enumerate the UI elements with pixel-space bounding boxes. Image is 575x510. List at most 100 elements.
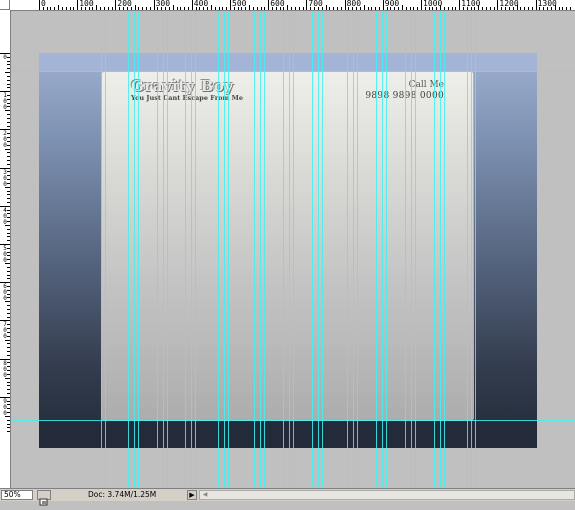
guide-horizontal[interactable] bbox=[11, 420, 575, 421]
ruler-left-minor-tick bbox=[7, 194, 10, 196]
guide-vertical[interactable] bbox=[347, 11, 348, 488]
guide-vertical[interactable] bbox=[134, 11, 135, 488]
ruler-left-minor-tick bbox=[7, 331, 10, 333]
ruler-left-minor-tick bbox=[7, 392, 10, 394]
ruler-left-minor-tick bbox=[7, 171, 10, 173]
ruler-left-minor-tick bbox=[7, 182, 10, 184]
ruler-left[interactable]: 0100200300400500600700800900 bbox=[0, 10, 11, 488]
ruler-top-minor-tick bbox=[172, 5, 174, 10]
ruler-top-minor-tick bbox=[436, 7, 438, 10]
ruler-left-minor-tick bbox=[7, 251, 10, 253]
guide-vertical[interactable] bbox=[264, 11, 265, 488]
ruler-top-minor-tick bbox=[340, 7, 342, 10]
ruler-top-minor-tick bbox=[264, 7, 266, 10]
guide-vertical[interactable] bbox=[434, 11, 435, 488]
ruler-left-minor-tick bbox=[7, 217, 10, 219]
ruler-left-minor-tick bbox=[7, 117, 10, 119]
guide-vertical[interactable] bbox=[382, 11, 383, 488]
ruler-top-minor-tick bbox=[547, 7, 549, 10]
ruler-top-minor-tick bbox=[123, 7, 125, 10]
ruler-top-minor-tick bbox=[566, 7, 568, 10]
ruler-left-minor-tick bbox=[7, 156, 10, 158]
guide-vertical[interactable] bbox=[101, 11, 102, 488]
ruler-top-minor-tick bbox=[527, 7, 529, 10]
ruler-top-minor-tick bbox=[145, 7, 147, 10]
guide-vertical[interactable] bbox=[467, 11, 468, 488]
ruler-top-minor-tick bbox=[279, 7, 281, 10]
guide-vertical[interactable] bbox=[293, 11, 294, 488]
guide-vertical[interactable] bbox=[405, 11, 406, 488]
guide-vertical[interactable] bbox=[138, 11, 139, 488]
ruler-left-minor-tick bbox=[7, 270, 10, 272]
guide-vertical[interactable] bbox=[283, 11, 284, 488]
status-menu-arrow-icon[interactable]: ▶ bbox=[187, 490, 197, 500]
guide-vertical[interactable] bbox=[260, 11, 261, 488]
guide-vertical[interactable] bbox=[440, 11, 441, 488]
guide-vertical[interactable] bbox=[312, 11, 313, 488]
guide-vertical[interactable] bbox=[157, 11, 158, 488]
ruler-top-minor-tick bbox=[142, 7, 144, 10]
ruler-left-minor-tick bbox=[7, 64, 10, 66]
guide-vertical[interactable] bbox=[185, 11, 186, 488]
ruler-left-minor-tick bbox=[7, 137, 10, 139]
ruler-top-minor-tick bbox=[359, 7, 361, 10]
ruler-top-minor-tick bbox=[489, 7, 491, 10]
ruler-left-minor-tick bbox=[5, 148, 10, 150]
guide-vertical[interactable] bbox=[318, 11, 319, 488]
horizontal-scrollbar[interactable]: ◀ bbox=[199, 490, 575, 500]
guide-vertical[interactable] bbox=[254, 11, 255, 488]
ruler-left-minor-tick bbox=[7, 266, 10, 268]
ruler-left-minor-tick bbox=[7, 209, 10, 211]
guide-vertical[interactable] bbox=[218, 11, 219, 488]
guide-vertical[interactable] bbox=[167, 11, 168, 488]
guide-vertical[interactable] bbox=[322, 11, 323, 488]
guide-vertical[interactable] bbox=[357, 11, 358, 488]
guide-vertical[interactable] bbox=[163, 11, 164, 488]
ruler-top-major-tick bbox=[344, 0, 346, 10]
ruler-top-minor-tick bbox=[336, 7, 338, 10]
guide-vertical[interactable] bbox=[471, 11, 472, 488]
ruler-left-minor-tick bbox=[7, 324, 10, 326]
ruler-top-minor-tick bbox=[73, 7, 75, 10]
ruler-left-minor-tick bbox=[7, 343, 10, 345]
guide-horizontal[interactable] bbox=[11, 71, 575, 72]
guide-vertical[interactable] bbox=[376, 11, 377, 488]
ruler-top-minor-tick bbox=[310, 7, 312, 10]
guide-vertical[interactable] bbox=[444, 11, 445, 488]
ruler-left-minor-tick bbox=[7, 56, 10, 58]
ruler-top-minor-tick bbox=[390, 7, 392, 10]
ruler-left-minor-tick bbox=[7, 75, 10, 77]
guide-vertical[interactable] bbox=[411, 11, 412, 488]
ruler-left-minor-tick bbox=[7, 228, 10, 230]
guide-vertical[interactable] bbox=[353, 11, 354, 488]
ruler-top-minor-tick bbox=[447, 7, 449, 10]
guide-vertical[interactable] bbox=[475, 11, 476, 488]
guide-vertical[interactable] bbox=[195, 11, 196, 488]
guide-vertical[interactable] bbox=[191, 11, 192, 488]
scroll-left-arrow-icon[interactable]: ◀ bbox=[200, 491, 210, 499]
ruler-top[interactable]: 0 100 200 300 400 500 600 700 800 900 1000 1100 1200… bbox=[10, 0, 575, 11]
ruler-top-major-tick bbox=[497, 0, 499, 10]
guide-vertical[interactable] bbox=[289, 11, 290, 488]
ruler-corner[interactable] bbox=[0, 0, 10, 10]
ruler-top-minor-tick bbox=[352, 7, 354, 10]
ruler-top-minor-tick bbox=[214, 7, 216, 10]
guide-vertical[interactable] bbox=[105, 11, 106, 488]
ruler-left-minor-tick bbox=[7, 312, 10, 314]
ruler-left-minor-tick bbox=[7, 95, 10, 97]
guide-vertical[interactable] bbox=[228, 11, 229, 488]
zoom-field[interactable]: 50% bbox=[1, 490, 33, 500]
guide-vertical[interactable] bbox=[128, 11, 129, 488]
ruler-left-minor-tick bbox=[7, 152, 10, 154]
ruler-top-minor-tick bbox=[302, 7, 304, 10]
guide-vertical[interactable] bbox=[224, 11, 225, 488]
ruler-left-minor-tick bbox=[7, 140, 10, 142]
ruler-left-minor-tick bbox=[7, 381, 10, 383]
ruler-top-minor-tick bbox=[531, 7, 533, 10]
ruler-top-minor-tick bbox=[413, 7, 415, 10]
ruler-top-minor-tick bbox=[569, 7, 571, 10]
guide-vertical[interactable] bbox=[386, 11, 387, 488]
ruler-top-minor-tick bbox=[249, 5, 251, 10]
guide-vertical[interactable] bbox=[415, 11, 416, 488]
document-navigator-icon[interactable] bbox=[37, 490, 51, 506]
